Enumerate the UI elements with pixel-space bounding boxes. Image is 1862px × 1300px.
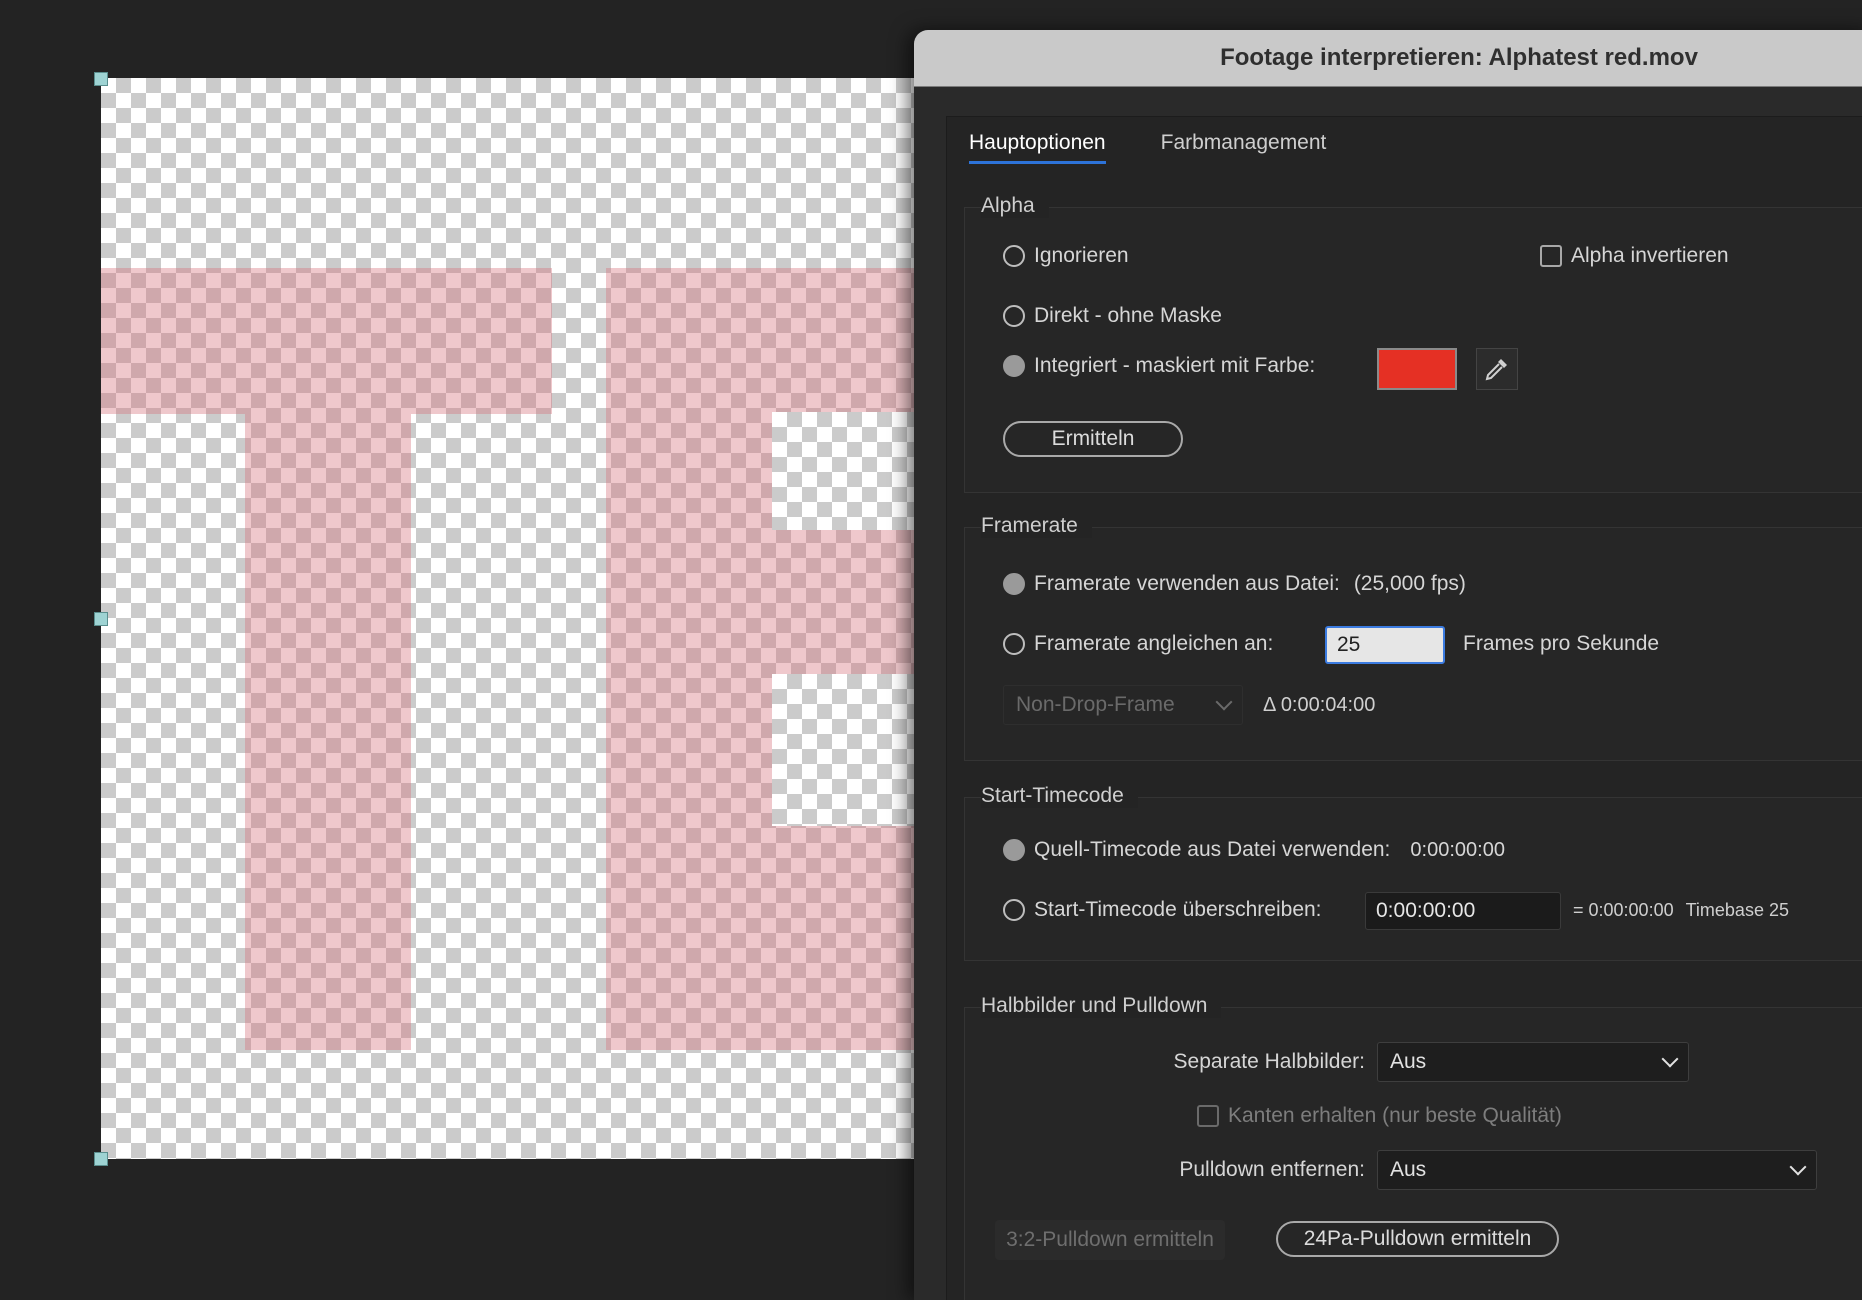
alpha-premultiplied-radio[interactable] xyxy=(1003,355,1025,377)
timecode-equals: = 0:00:00:00 xyxy=(1573,900,1674,920)
alpha-group-title: Alpha xyxy=(981,194,1049,218)
alpha-invert-label: Alpha invertieren xyxy=(1571,244,1729,267)
framerate-group: Framerate Framerate verwenden aus Datei:… xyxy=(964,514,1862,761)
alpha-straight-radio[interactable] xyxy=(1003,305,1025,327)
timecode-source-option[interactable]: Quell-Timecode aus Datei verwenden: 0:00… xyxy=(1003,838,1505,862)
framerate-group-title: Framerate xyxy=(981,514,1092,538)
timecode-group: Start-Timecode Quell-Timecode aus Datei … xyxy=(964,784,1862,961)
timecode-override-option[interactable]: Start-Timecode überschreiben: xyxy=(1003,898,1322,922)
separate-fields-select[interactable]: Aus xyxy=(1377,1042,1689,1082)
tab-color-management[interactable]: Farbmanagement xyxy=(1161,131,1327,164)
framerate-from-file-value: (25,000 fps) xyxy=(1353,572,1466,595)
timecode-override-label: Start-Timecode überschreiben: xyxy=(1034,898,1322,921)
remove-pulldown-select[interactable]: Aus xyxy=(1377,1150,1817,1190)
fields-pulldown-group: Halbbilder und Pulldown Separate Halbbil… xyxy=(964,994,1862,1300)
timecode-source-value: 0:00:00:00 xyxy=(1410,838,1505,861)
guess-32-pulldown-button[interactable]: 3:2-Pulldown ermitteln xyxy=(995,1220,1225,1260)
composition-viewer[interactable] xyxy=(0,0,941,1286)
timecode-result: = 0:00:00:00 Timebase 25 xyxy=(1573,900,1789,921)
alpha-group: Alpha Ignorieren Alpha invertieren Direk… xyxy=(964,194,1862,493)
alpha-straight-option[interactable]: Direkt - ohne Maske xyxy=(1003,304,1222,328)
alpha-guess-button[interactable]: Ermitteln xyxy=(1003,421,1183,457)
chevron-down-icon xyxy=(1789,1158,1807,1176)
dialog-title: Footage interpretieren: Alphatest red.mo… xyxy=(1220,44,1698,71)
remove-pulldown-value: Aus xyxy=(1390,1158,1427,1181)
matte-color-fill xyxy=(1381,352,1453,386)
letter-e xyxy=(606,268,941,1050)
framerate-unit-label: Frames pro Sekunde xyxy=(1463,632,1660,655)
framerate-conform-option[interactable]: Framerate angleichen an: xyxy=(1003,632,1273,656)
eyedropper-button[interactable] xyxy=(1476,348,1518,390)
drop-frame-select[interactable]: Non-Drop-Frame xyxy=(1003,685,1243,725)
dialog-titlebar[interactable]: Footage interpretieren: Alphatest red.mo… xyxy=(914,30,1862,87)
tab-bar: Hauptoptionen Farbmanagement xyxy=(969,131,1326,164)
alpha-ignore-radio[interactable] xyxy=(1003,245,1025,267)
alpha-invert-checkbox[interactable] xyxy=(1540,245,1562,267)
tab-main-options[interactable]: Hauptoptionen xyxy=(969,131,1106,164)
timecode-group-title: Start-Timecode xyxy=(981,784,1138,808)
timecode-timebase: Timebase 25 xyxy=(1685,900,1789,920)
chevron-down-icon xyxy=(1215,693,1233,711)
timecode-source-radio[interactable] xyxy=(1003,839,1025,861)
alpha-straight-label: Direkt - ohne Maske xyxy=(1034,304,1222,327)
preserve-edges-option[interactable]: Kanten erhalten (nur beste Qualität) xyxy=(1197,1104,1562,1128)
timecode-override-input[interactable]: 0:00:00:00 xyxy=(1365,892,1561,930)
transform-handle[interactable] xyxy=(94,72,108,86)
dialog-body: Hauptoptionen Farbmanagement Alpha Ignor… xyxy=(946,116,1862,1300)
alpha-ignore-label: Ignorieren xyxy=(1034,244,1129,267)
eyedropper-icon xyxy=(1485,359,1507,381)
timecode-override-radio[interactable] xyxy=(1003,899,1025,921)
transform-handle[interactable] xyxy=(94,1152,108,1166)
alpha-invert-option[interactable]: Alpha invertieren xyxy=(1540,244,1729,268)
preserve-edges-label: Kanten erhalten (nur beste Qualität) xyxy=(1228,1104,1562,1127)
remove-pulldown-label: Pulldown entfernen: xyxy=(1179,1158,1365,1181)
alpha-premultiplied-label: Integriert - maskiert mit Farbe: xyxy=(1034,354,1316,377)
framerate-conform-radio[interactable] xyxy=(1003,633,1025,655)
matte-color-swatch[interactable] xyxy=(1377,348,1457,390)
alpha-premultiplied-option[interactable]: Integriert - maskiert mit Farbe: xyxy=(1003,354,1315,378)
alpha-ignore-option[interactable]: Ignorieren xyxy=(1003,244,1129,268)
chevron-down-icon xyxy=(1661,1050,1679,1068)
framerate-from-file-option[interactable]: Framerate verwenden aus Datei: (25,000 f… xyxy=(1003,572,1466,596)
transparency-canvas[interactable] xyxy=(101,78,941,1159)
framerate-from-file-radio[interactable] xyxy=(1003,573,1025,595)
letter-t-stem xyxy=(245,414,411,1050)
fields-group-title: Halbbilder und Pulldown xyxy=(981,994,1222,1018)
framerate-from-file-label: Framerate verwenden aus Datei: xyxy=(1034,572,1340,595)
framerate-conform-label: Framerate angleichen an: xyxy=(1034,632,1274,655)
framerate-duration: Δ 0:00:04:00 xyxy=(1263,694,1376,716)
interpret-footage-dialog: Footage interpretieren: Alphatest red.mo… xyxy=(914,30,1862,1300)
timecode-source-label: Quell-Timecode aus Datei verwenden: xyxy=(1034,838,1391,861)
framerate-conform-input[interactable]: 25 xyxy=(1325,626,1445,664)
transform-handle[interactable] xyxy=(94,612,108,626)
guess-24pa-pulldown-button[interactable]: 24Pa-Pulldown ermitteln xyxy=(1276,1221,1559,1257)
letter-t-bar xyxy=(101,268,552,414)
drop-frame-value: Non-Drop-Frame xyxy=(1016,693,1175,716)
preserve-edges-checkbox[interactable] xyxy=(1197,1105,1219,1127)
separate-fields-label: Separate Halbbilder: xyxy=(1173,1050,1365,1073)
separate-fields-value: Aus xyxy=(1390,1050,1427,1073)
